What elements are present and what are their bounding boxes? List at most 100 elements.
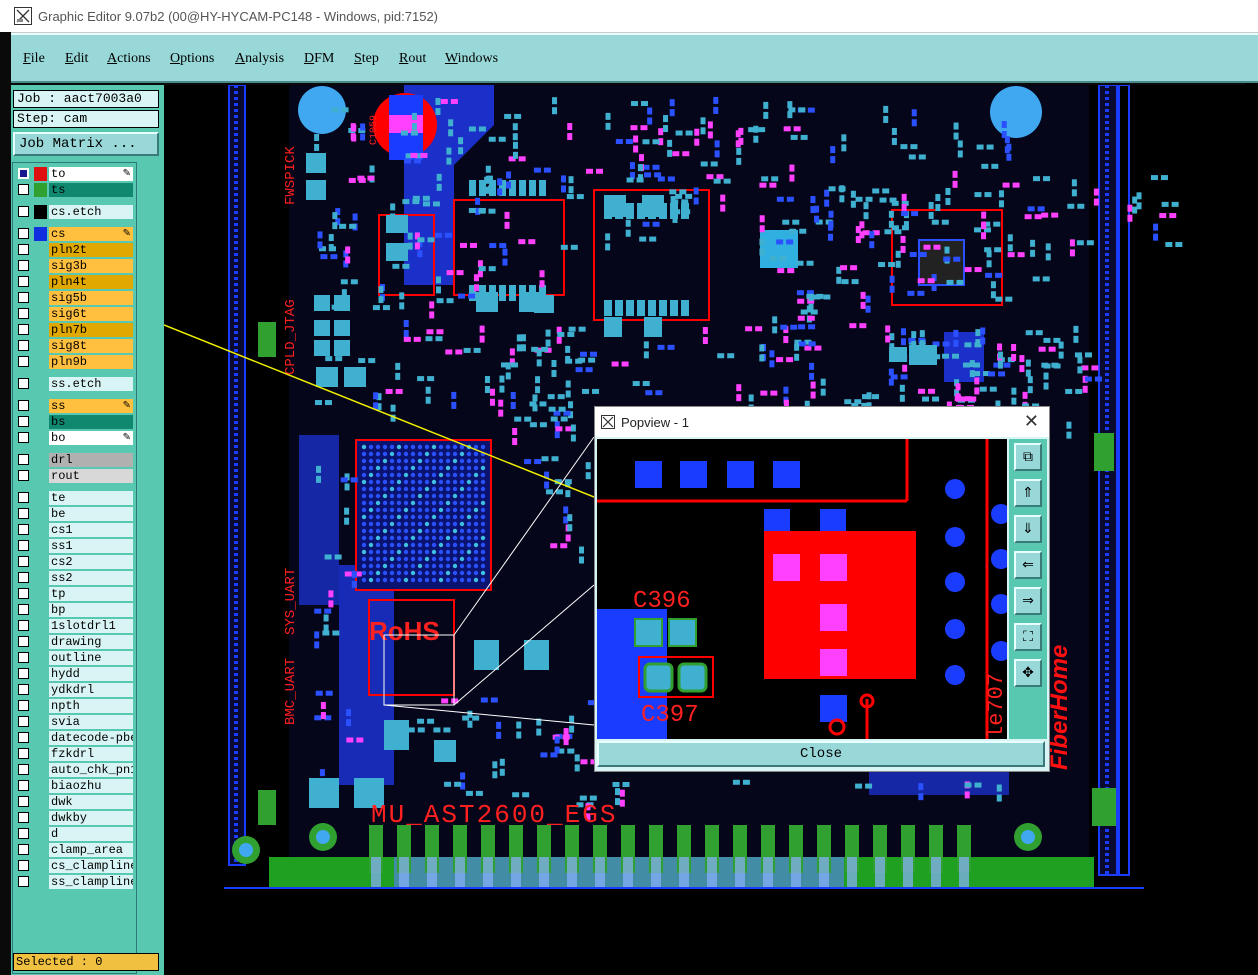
layer-name[interactable]: svia <box>49 715 133 729</box>
layer-checkbox[interactable] <box>18 276 29 287</box>
layer-row-auto_chk_pn1[interactable]: auto_chk_pn1 <box>17 763 133 777</box>
layer-row-hydd[interactable]: hydd <box>17 667 133 681</box>
layer-name[interactable]: biaozhu <box>49 779 133 793</box>
layer-name[interactable]: pln2t <box>49 243 133 257</box>
layer-name[interactable]: dwk <box>49 795 133 809</box>
layer-color-swatch[interactable] <box>34 795 47 809</box>
layer-color-swatch[interactable] <box>34 683 47 697</box>
layer-checkbox[interactable] <box>18 540 29 551</box>
layer-row-ss1[interactable]: ss1 <box>17 539 133 553</box>
layer-checkbox[interactable] <box>18 668 29 679</box>
layer-name[interactable]: sig5b <box>49 291 133 305</box>
layer-row-dwk[interactable]: dwk <box>17 795 133 809</box>
layer-name[interactable]: 1slotdrl1 <box>49 619 133 633</box>
layer-color-swatch[interactable] <box>34 339 47 353</box>
layer-checkbox[interactable] <box>18 588 29 599</box>
layer-color-swatch[interactable] <box>34 307 47 321</box>
layer-color-swatch[interactable] <box>34 619 47 633</box>
layer-row-ss2[interactable]: ss2 <box>17 571 133 585</box>
menu-windows[interactable]: Windows <box>445 51 498 67</box>
layer-name[interactable]: ydkdrl <box>49 683 133 697</box>
layer-name[interactable]: cs <box>49 227 133 241</box>
layer-name[interactable]: cs1 <box>49 523 133 537</box>
pan-left-icon[interactable]: ⇐ <box>1014 551 1042 579</box>
menu-file[interactable]: File <box>23 51 45 67</box>
menu-rout[interactable]: Rout <box>399 51 426 67</box>
job-matrix-button[interactable]: Job Matrix ... <box>13 132 159 156</box>
layer-color-swatch[interactable] <box>34 539 47 553</box>
menu-actions[interactable]: Actions <box>107 51 151 67</box>
layer-row-cs[interactable]: cs ✎ <box>17 227 133 241</box>
layer-name[interactable]: cs_clampline <box>49 859 133 873</box>
zoom-fit-icon[interactable]: ⧉ <box>1014 443 1042 471</box>
menu-step[interactable]: Step <box>354 51 379 67</box>
layer-checkbox[interactable] <box>18 860 29 871</box>
layer-row-ss[interactable]: ss ✎ <box>17 399 133 413</box>
layer-name[interactable]: hydd <box>49 667 133 681</box>
layer-checkbox[interactable] <box>18 308 29 319</box>
popview-close-icon[interactable]: ✕ <box>1024 411 1039 432</box>
layer-name[interactable]: datecode-pbe <box>49 731 133 745</box>
layer-color-swatch[interactable] <box>34 399 47 413</box>
pan-icon[interactable]: ✥ <box>1014 659 1042 687</box>
layer-row-sig3b[interactable]: sig3b <box>17 259 133 273</box>
layer-name[interactable]: sig3b <box>49 259 133 273</box>
layer-checkbox[interactable] <box>18 572 29 583</box>
layer-checkbox[interactable] <box>18 206 29 217</box>
layer-checkbox[interactable] <box>18 228 29 239</box>
layer-color-swatch[interactable] <box>34 431 47 445</box>
layer-checkbox[interactable] <box>18 244 29 255</box>
layer-name[interactable]: dwkby <box>49 811 133 825</box>
layer-checkbox[interactable] <box>18 260 29 271</box>
layer-row-ss.etch[interactable]: ss.etch <box>17 377 133 391</box>
popview-titlebar[interactable]: Popview - 1 ✕ <box>595 407 1049 437</box>
layer-row-datecode-pbe[interactable]: datecode-pbe <box>17 731 133 745</box>
layer-color-swatch[interactable] <box>34 167 47 181</box>
layer-checkbox[interactable] <box>18 844 29 855</box>
layer-color-swatch[interactable] <box>34 377 47 391</box>
layer-row-tp[interactable]: tp <box>17 587 133 601</box>
layer-name[interactable]: outline <box>49 651 133 665</box>
layer-color-swatch[interactable] <box>34 811 47 825</box>
layer-row-ydkdrl[interactable]: ydkdrl <box>17 683 133 697</box>
layer-color-swatch[interactable] <box>34 859 47 873</box>
layer-row-drl[interactable]: drl <box>17 453 133 467</box>
layer-row-sig8t[interactable]: sig8t <box>17 339 133 353</box>
layer-color-swatch[interactable] <box>34 875 47 889</box>
layer-color-swatch[interactable] <box>34 731 47 745</box>
zoom-in-icon[interactable]: ⇑ <box>1014 479 1042 507</box>
layer-name[interactable]: fzkdrl <box>49 747 133 761</box>
layer-color-swatch[interactable] <box>34 603 47 617</box>
layer-checkbox[interactable] <box>18 324 29 335</box>
layer-name[interactable]: sig6t <box>49 307 133 321</box>
layer-row-to[interactable]: to ✎ <box>17 167 133 181</box>
layer-row-clamp_area[interactable]: clamp_area <box>17 843 133 857</box>
layer-row-svia[interactable]: svia <box>17 715 133 729</box>
layer-color-swatch[interactable] <box>34 259 47 273</box>
layer-checkbox[interactable] <box>18 556 29 567</box>
layer-row-cs1[interactable]: cs1 <box>17 523 133 537</box>
layer-color-swatch[interactable] <box>34 715 47 729</box>
layer-row-pln2t[interactable]: pln2t <box>17 243 133 257</box>
layer-name[interactable]: ss <box>49 399 133 413</box>
pan-right-icon[interactable]: ⇒ <box>1014 587 1042 615</box>
layer-color-swatch[interactable] <box>34 453 47 467</box>
layer-checkbox[interactable] <box>18 508 29 519</box>
layer-row-d[interactable]: d <box>17 827 133 841</box>
layer-name[interactable]: pln9b <box>49 355 133 369</box>
layer-color-swatch[interactable] <box>34 227 47 241</box>
layer-checkbox[interactable] <box>18 470 29 481</box>
layer-name[interactable]: d <box>49 827 133 841</box>
zoom-out-icon[interactable]: ⇓ <box>1014 515 1042 543</box>
layer-name[interactable]: ss1 <box>49 539 133 553</box>
layer-name[interactable]: pln4t <box>49 275 133 289</box>
layer-name[interactable]: pln7b <box>49 323 133 337</box>
layer-checkbox[interactable] <box>18 684 29 695</box>
layer-checkbox[interactable] <box>18 828 29 839</box>
layer-name[interactable]: drl <box>49 453 133 467</box>
layer-row-pln9b[interactable]: pln9b <box>17 355 133 369</box>
layer-name[interactable]: npth <box>49 699 133 713</box>
layer-color-swatch[interactable] <box>34 291 47 305</box>
layer-row-ss_clampline[interactable]: ss_clampline <box>17 875 133 889</box>
layer-checkbox[interactable] <box>18 652 29 663</box>
